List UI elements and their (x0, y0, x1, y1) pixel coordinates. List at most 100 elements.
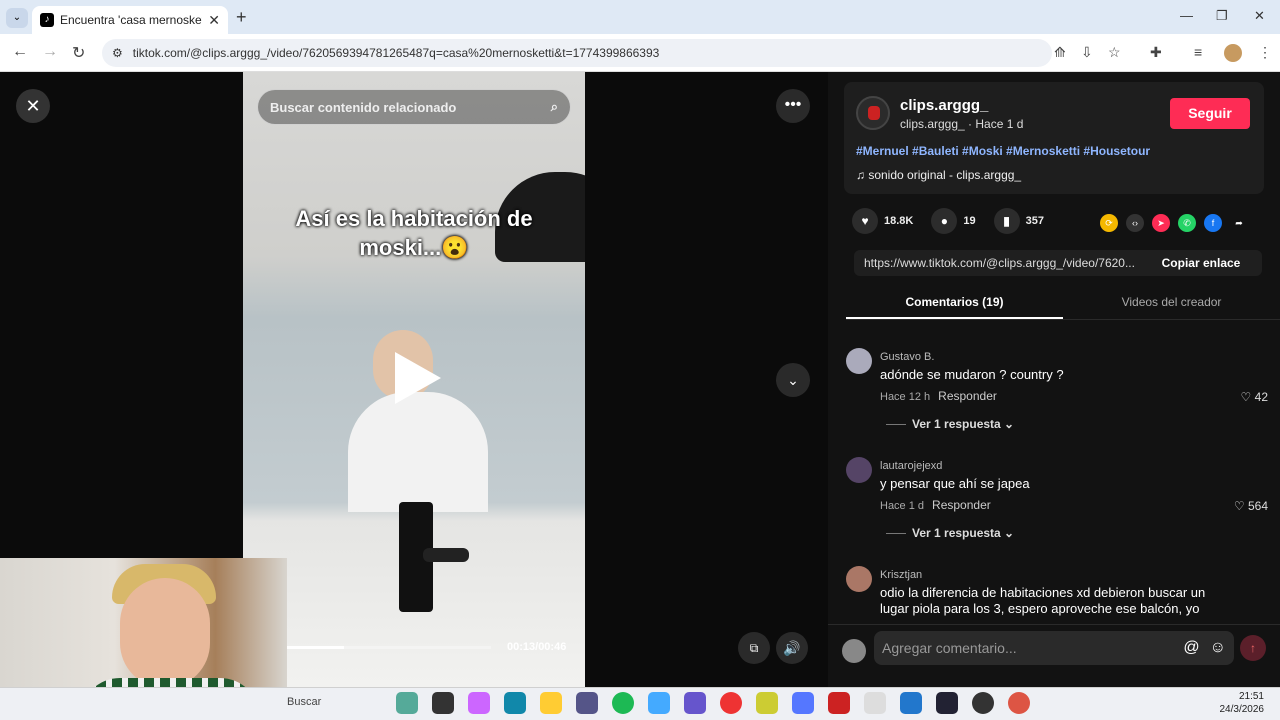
reload-icon[interactable]: ↻ (72, 43, 85, 63)
video-caption: Así es la habitación de moski...😮 (243, 204, 585, 262)
taskbar-search[interactable]: Buscar (287, 696, 321, 708)
video-time: 00:13/00:46 (507, 641, 567, 653)
video-player[interactable]: Buscar contenido relacionado ⌕ Así es la… (243, 72, 585, 687)
app-icon[interactable] (864, 692, 886, 714)
profile-avatar[interactable] (1224, 44, 1242, 62)
search-icon[interactable]: ⌕ (551, 99, 558, 115)
share-arrow-icon[interactable]: ➦ (1230, 214, 1248, 232)
author-subtitle: clips.arggg_ · Hace 1 d (900, 117, 1024, 131)
send-icon[interactable]: ➤ (1152, 214, 1170, 232)
onedrive-icon[interactable] (648, 692, 670, 714)
video-frame-shape (348, 392, 488, 512)
save-count: 357 (1025, 215, 1044, 227)
copy-link-button[interactable]: Copiar enlace (1140, 256, 1262, 270)
view-replies-button[interactable]: Ver 1 respuesta ⌄ (886, 526, 1014, 540)
bookmark-icon: ▮ (993, 208, 1020, 234)
site-info-icon[interactable]: ⚙ (112, 46, 123, 60)
comment-like-button[interactable]: ♡ 564 (1234, 499, 1268, 513)
tab-creator-videos[interactable]: Videos del creador (1063, 290, 1280, 319)
list-item: Krisztjan odio la diferencia de habitaci… (846, 554, 1272, 616)
progress-bar[interactable] (287, 646, 491, 649)
media-controls-icon[interactable]: ≡ (1194, 44, 1202, 60)
forward-icon[interactable]: → (42, 43, 58, 61)
avatar[interactable] (846, 566, 872, 592)
comment-placeholder: Agregar comentario... (882, 640, 1017, 656)
play-icon[interactable] (395, 352, 441, 404)
new-tab-button[interactable]: + (236, 7, 247, 28)
copilot-icon[interactable] (468, 692, 490, 714)
window-close-icon[interactable]: ✕ (1254, 8, 1265, 24)
weather-widget-icon[interactable] (396, 692, 418, 714)
address-bar[interactable]: ⚙ tiktok.com/@clips.arggg_/video/7620569… (102, 39, 1052, 67)
next-video-button[interactable]: ⌄ (776, 363, 810, 397)
install-app-icon[interactable]: ⇩ (1081, 44, 1093, 61)
emoji-icon[interactable]: ☺ (1210, 639, 1226, 657)
more-options-button[interactable]: ••• (776, 89, 810, 123)
author-name[interactable]: clips.arggg_ (900, 97, 988, 114)
video-frame-shape (423, 548, 469, 562)
app-icon[interactable] (972, 692, 994, 714)
tab-search-button[interactable]: ⌄ (6, 8, 28, 28)
bookmark-star-icon[interactable]: ☆ (1108, 44, 1121, 61)
close-tab-icon[interactable]: ✕ (208, 12, 220, 29)
comment-count: 19 (963, 215, 976, 227)
back-icon[interactable]: ← (12, 43, 28, 61)
comment-user[interactable]: Gustavo B. (880, 351, 934, 363)
follow-button[interactable]: Seguir (1170, 98, 1250, 129)
edge-icon[interactable] (504, 692, 526, 714)
picture-in-picture-icon[interactable]: ⧉ (738, 632, 770, 664)
whatsapp-icon[interactable]: ✆ (1178, 214, 1196, 232)
like-count: 18.8K (884, 215, 914, 227)
comment-like-button[interactable]: ♡ 42 (1241, 390, 1268, 404)
related-search-input[interactable]: Buscar contenido relacionado ⌕ (257, 89, 571, 125)
comment-button[interactable]: ● 19 (931, 208, 976, 234)
file-explorer-icon[interactable] (540, 692, 562, 714)
app-icon[interactable] (756, 692, 778, 714)
embed-icon[interactable]: ‹› (1126, 214, 1144, 232)
share-link-url[interactable]: https://www.tiktok.com/@clips.arggg_/vid… (854, 256, 1140, 270)
spotify-icon[interactable] (612, 692, 634, 714)
author-avatar[interactable] (856, 96, 890, 130)
extensions-icon[interactable]: ✚ (1150, 44, 1162, 61)
outlook-icon[interactable] (900, 692, 922, 714)
discord-icon[interactable] (792, 692, 814, 714)
taskbar-clock[interactable]: 21:51 24/3/2026 (1216, 690, 1265, 716)
hashtags[interactable]: #Mernuel #Bauleti #Moski #Mernosketti #H… (856, 144, 1150, 158)
like-button[interactable]: ♥ 18.8K (852, 208, 913, 234)
minimize-icon[interactable]: — (1180, 8, 1193, 23)
game-icon[interactable] (828, 692, 850, 714)
comment-meta: Hace 12 h Responder (880, 389, 997, 403)
facebook-icon[interactable]: f (1204, 214, 1222, 232)
comment-user[interactable]: Krisztjan (880, 569, 922, 581)
mention-icon[interactable]: @ (1183, 639, 1199, 657)
list-item: Gustavo B. adónde se mudaron ? country ?… (846, 336, 1272, 445)
save-button[interactable]: ▮ 357 (993, 208, 1044, 234)
avatar (842, 639, 866, 663)
chrome-active-icon[interactable] (1008, 692, 1030, 714)
chrome-icon[interactable] (720, 692, 742, 714)
repost-icon[interactable]: ⟳ (1100, 214, 1118, 232)
task-view-icon[interactable] (432, 692, 454, 714)
caption-line-2: moski...😮 (359, 235, 469, 260)
browser-tab[interactable]: ♪ Encuentra 'casa mernosketti' en ✕ (32, 6, 228, 34)
calculator-icon[interactable] (576, 692, 598, 714)
menu-kebab-icon[interactable]: ⋮ (1258, 44, 1272, 61)
reply-button[interactable]: Responder (932, 498, 991, 512)
reply-button[interactable]: Responder (938, 389, 997, 403)
maximize-icon[interactable]: ❐ (1216, 8, 1228, 24)
sound-link[interactable]: ♫ sonido original - clips.arggg_ (856, 168, 1021, 182)
avatar[interactable] (846, 348, 872, 374)
caption-line-1: Así es la habitación de (295, 206, 533, 231)
send-comment-button[interactable]: ↑ (1240, 635, 1266, 661)
translate-icon[interactable]: ⟰ (1054, 44, 1066, 61)
volume-icon[interactable]: 🔊 (776, 632, 808, 664)
comment-user[interactable]: lautarojejexd (880, 460, 942, 472)
teams-icon[interactable] (684, 692, 706, 714)
tab-comments[interactable]: Comentarios (19) (846, 290, 1063, 319)
view-replies-button[interactable]: Ver 1 respuesta ⌄ (886, 417, 1014, 431)
avatar[interactable] (846, 457, 872, 483)
close-video-button[interactable]: ✕ (16, 89, 50, 123)
comment-input[interactable]: Agregar comentario... @ ☺ (874, 631, 1234, 665)
engagement-stats: ♥ 18.8K ● 19 ▮ 357 (852, 208, 1052, 234)
obs-icon[interactable] (936, 692, 958, 714)
